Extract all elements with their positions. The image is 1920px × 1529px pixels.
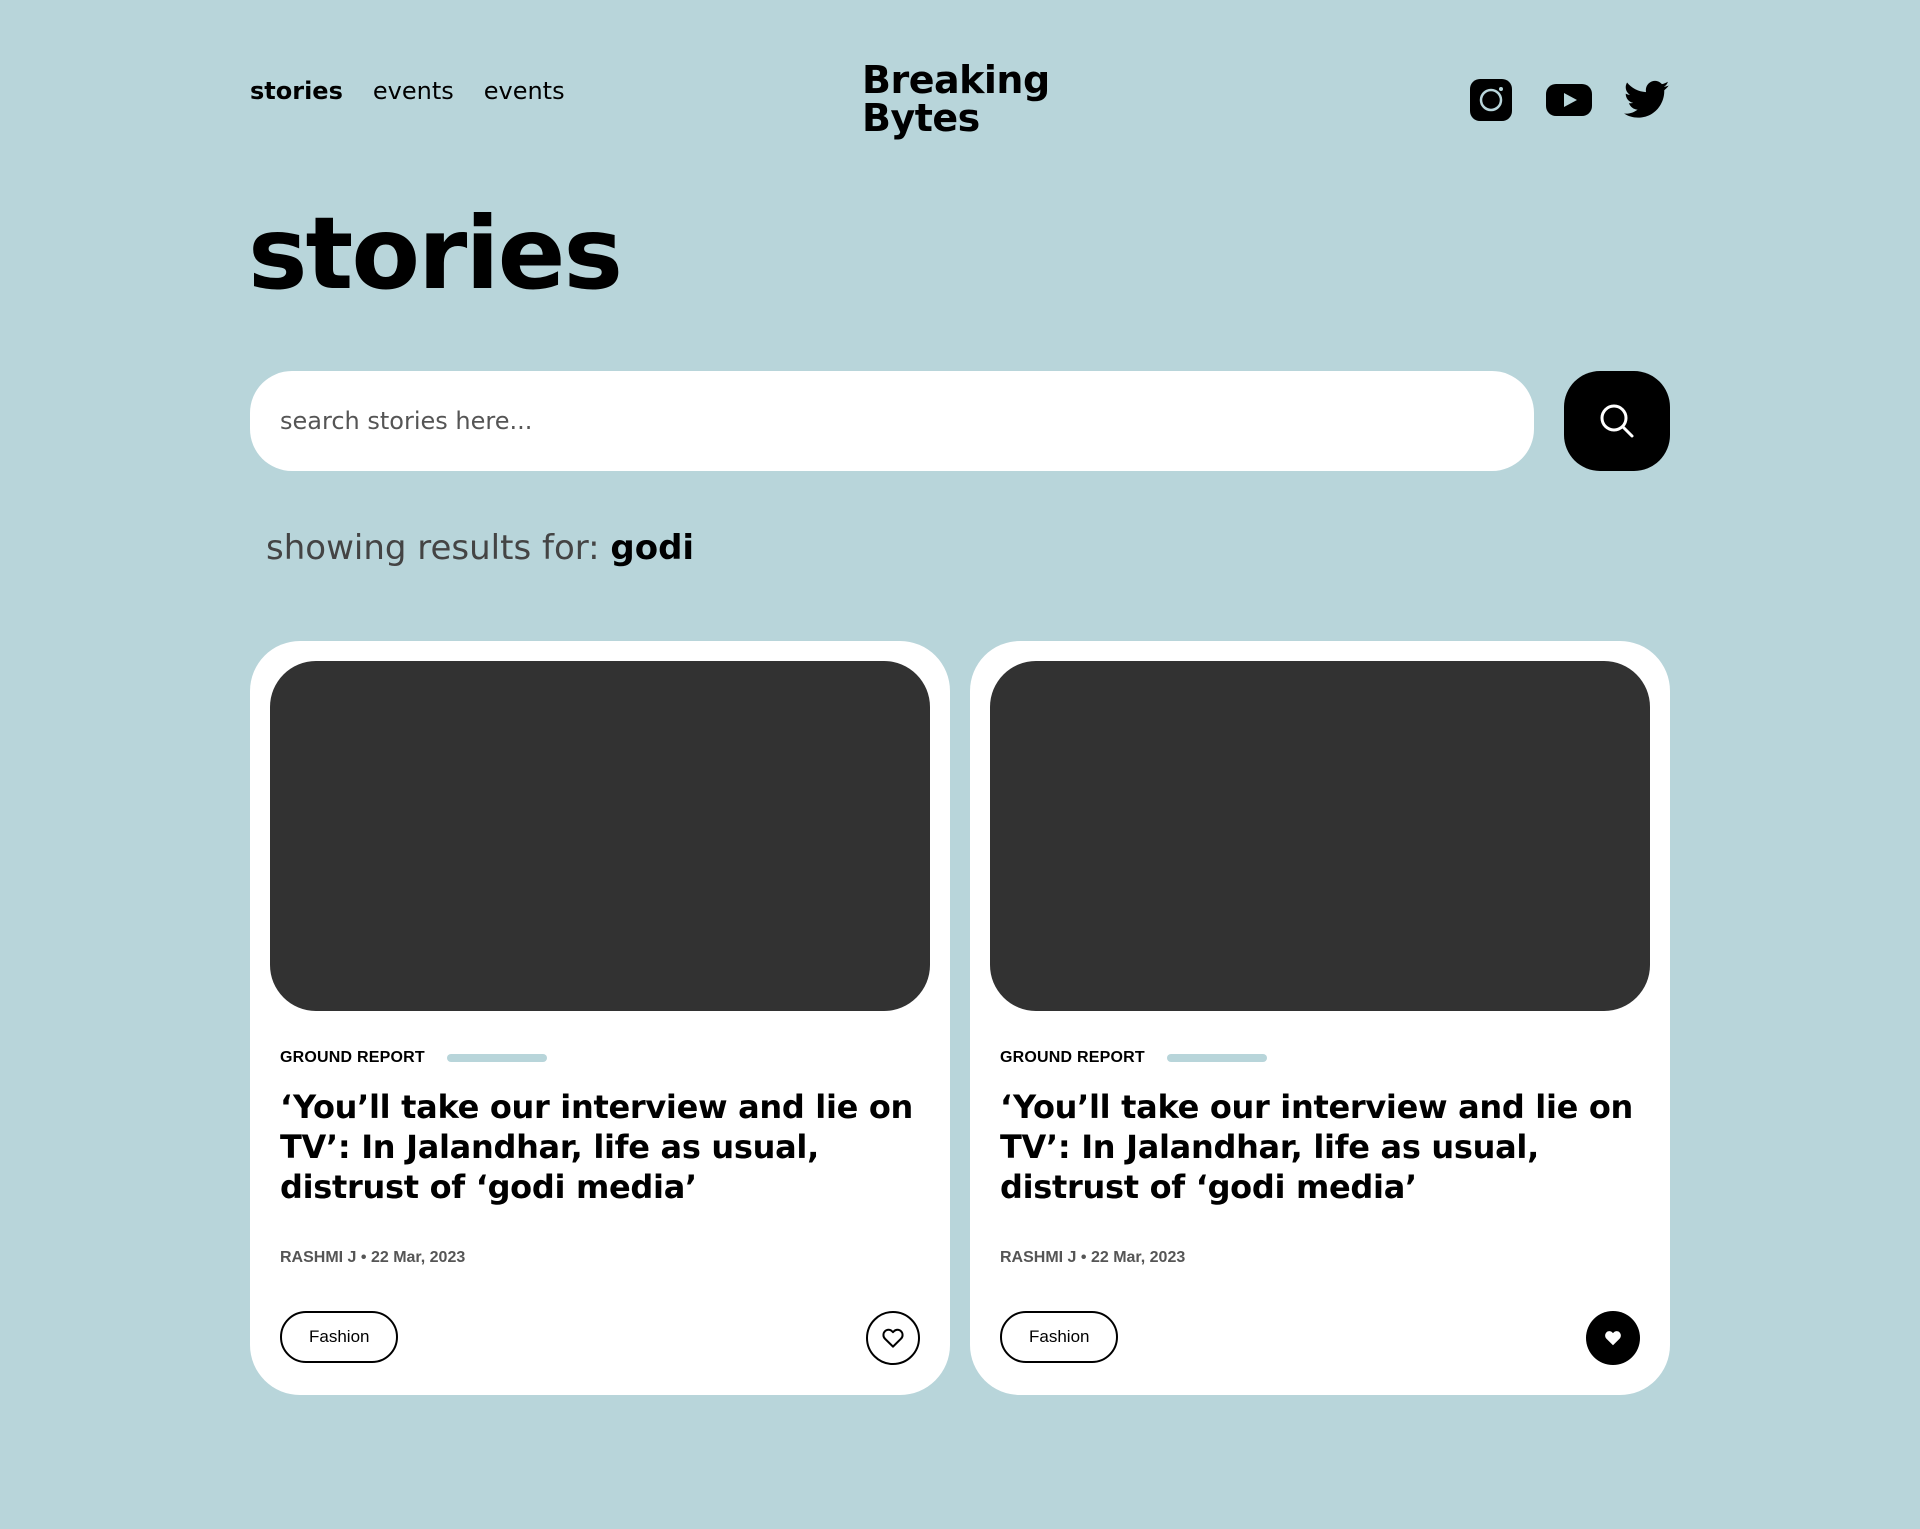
search-button[interactable]: [1564, 371, 1670, 471]
story-headline[interactable]: ‘You’ll take our interview and lie on TV…: [280, 1087, 930, 1207]
main-nav: stories events events: [250, 77, 565, 105]
twitter-icon[interactable]: [1624, 77, 1670, 123]
logo-line-2: Bytes: [862, 96, 980, 140]
story-headline[interactable]: ‘You’ll take our interview and lie on TV…: [1000, 1087, 1650, 1207]
tag-button[interactable]: Fashion: [280, 1311, 399, 1363]
story-thumbnail[interactable]: [270, 661, 930, 1011]
category-label: GROUND REPORT: [280, 1049, 425, 1066]
story-card[interactable]: GROUND REPORT ‘You’ll take our interview…: [970, 641, 1670, 1395]
story-thumbnail[interactable]: [990, 661, 1650, 1011]
like-button-active[interactable]: [1586, 1311, 1640, 1365]
like-button[interactable]: [866, 1311, 920, 1365]
logo-line-1: Breaking: [862, 58, 1050, 102]
page-title: stories: [248, 195, 623, 312]
social-links: [1468, 77, 1670, 123]
site-logo[interactable]: Breaking Bytes: [862, 61, 1050, 137]
results-prefix: showing results for:: [266, 528, 611, 568]
youtube-icon[interactable]: [1546, 77, 1592, 123]
nav-item-events[interactable]: events: [373, 77, 454, 105]
story-category: GROUND REPORT: [1000, 1049, 1267, 1067]
results-term: godi: [610, 528, 695, 568]
story-category: GROUND REPORT: [280, 1049, 547, 1067]
nav-item-events-2[interactable]: events: [484, 77, 565, 105]
story-meta: RASHMI J • 22 Mar, 2023: [280, 1249, 466, 1266]
category-divider: [446, 1054, 547, 1062]
heart-filled-icon: [1605, 1331, 1621, 1346]
nav-item-stories[interactable]: stories: [250, 77, 343, 105]
instagram-icon[interactable]: [1468, 77, 1514, 123]
site-header: stories events events Breaking Bytes: [250, 55, 1670, 155]
tag-button[interactable]: Fashion: [1000, 1311, 1119, 1363]
story-card[interactable]: GROUND REPORT ‘You’ll take our interview…: [250, 641, 950, 1395]
heart-outline-icon: [882, 1328, 904, 1348]
search-results-label: showing results for: godi: [266, 528, 694, 568]
story-meta: RASHMI J • 22 Mar, 2023: [1000, 1249, 1186, 1266]
search-input[interactable]: [250, 371, 1534, 471]
category-label: GROUND REPORT: [1000, 1049, 1145, 1066]
search-icon: [1600, 404, 1634, 438]
category-divider: [1166, 1054, 1267, 1062]
